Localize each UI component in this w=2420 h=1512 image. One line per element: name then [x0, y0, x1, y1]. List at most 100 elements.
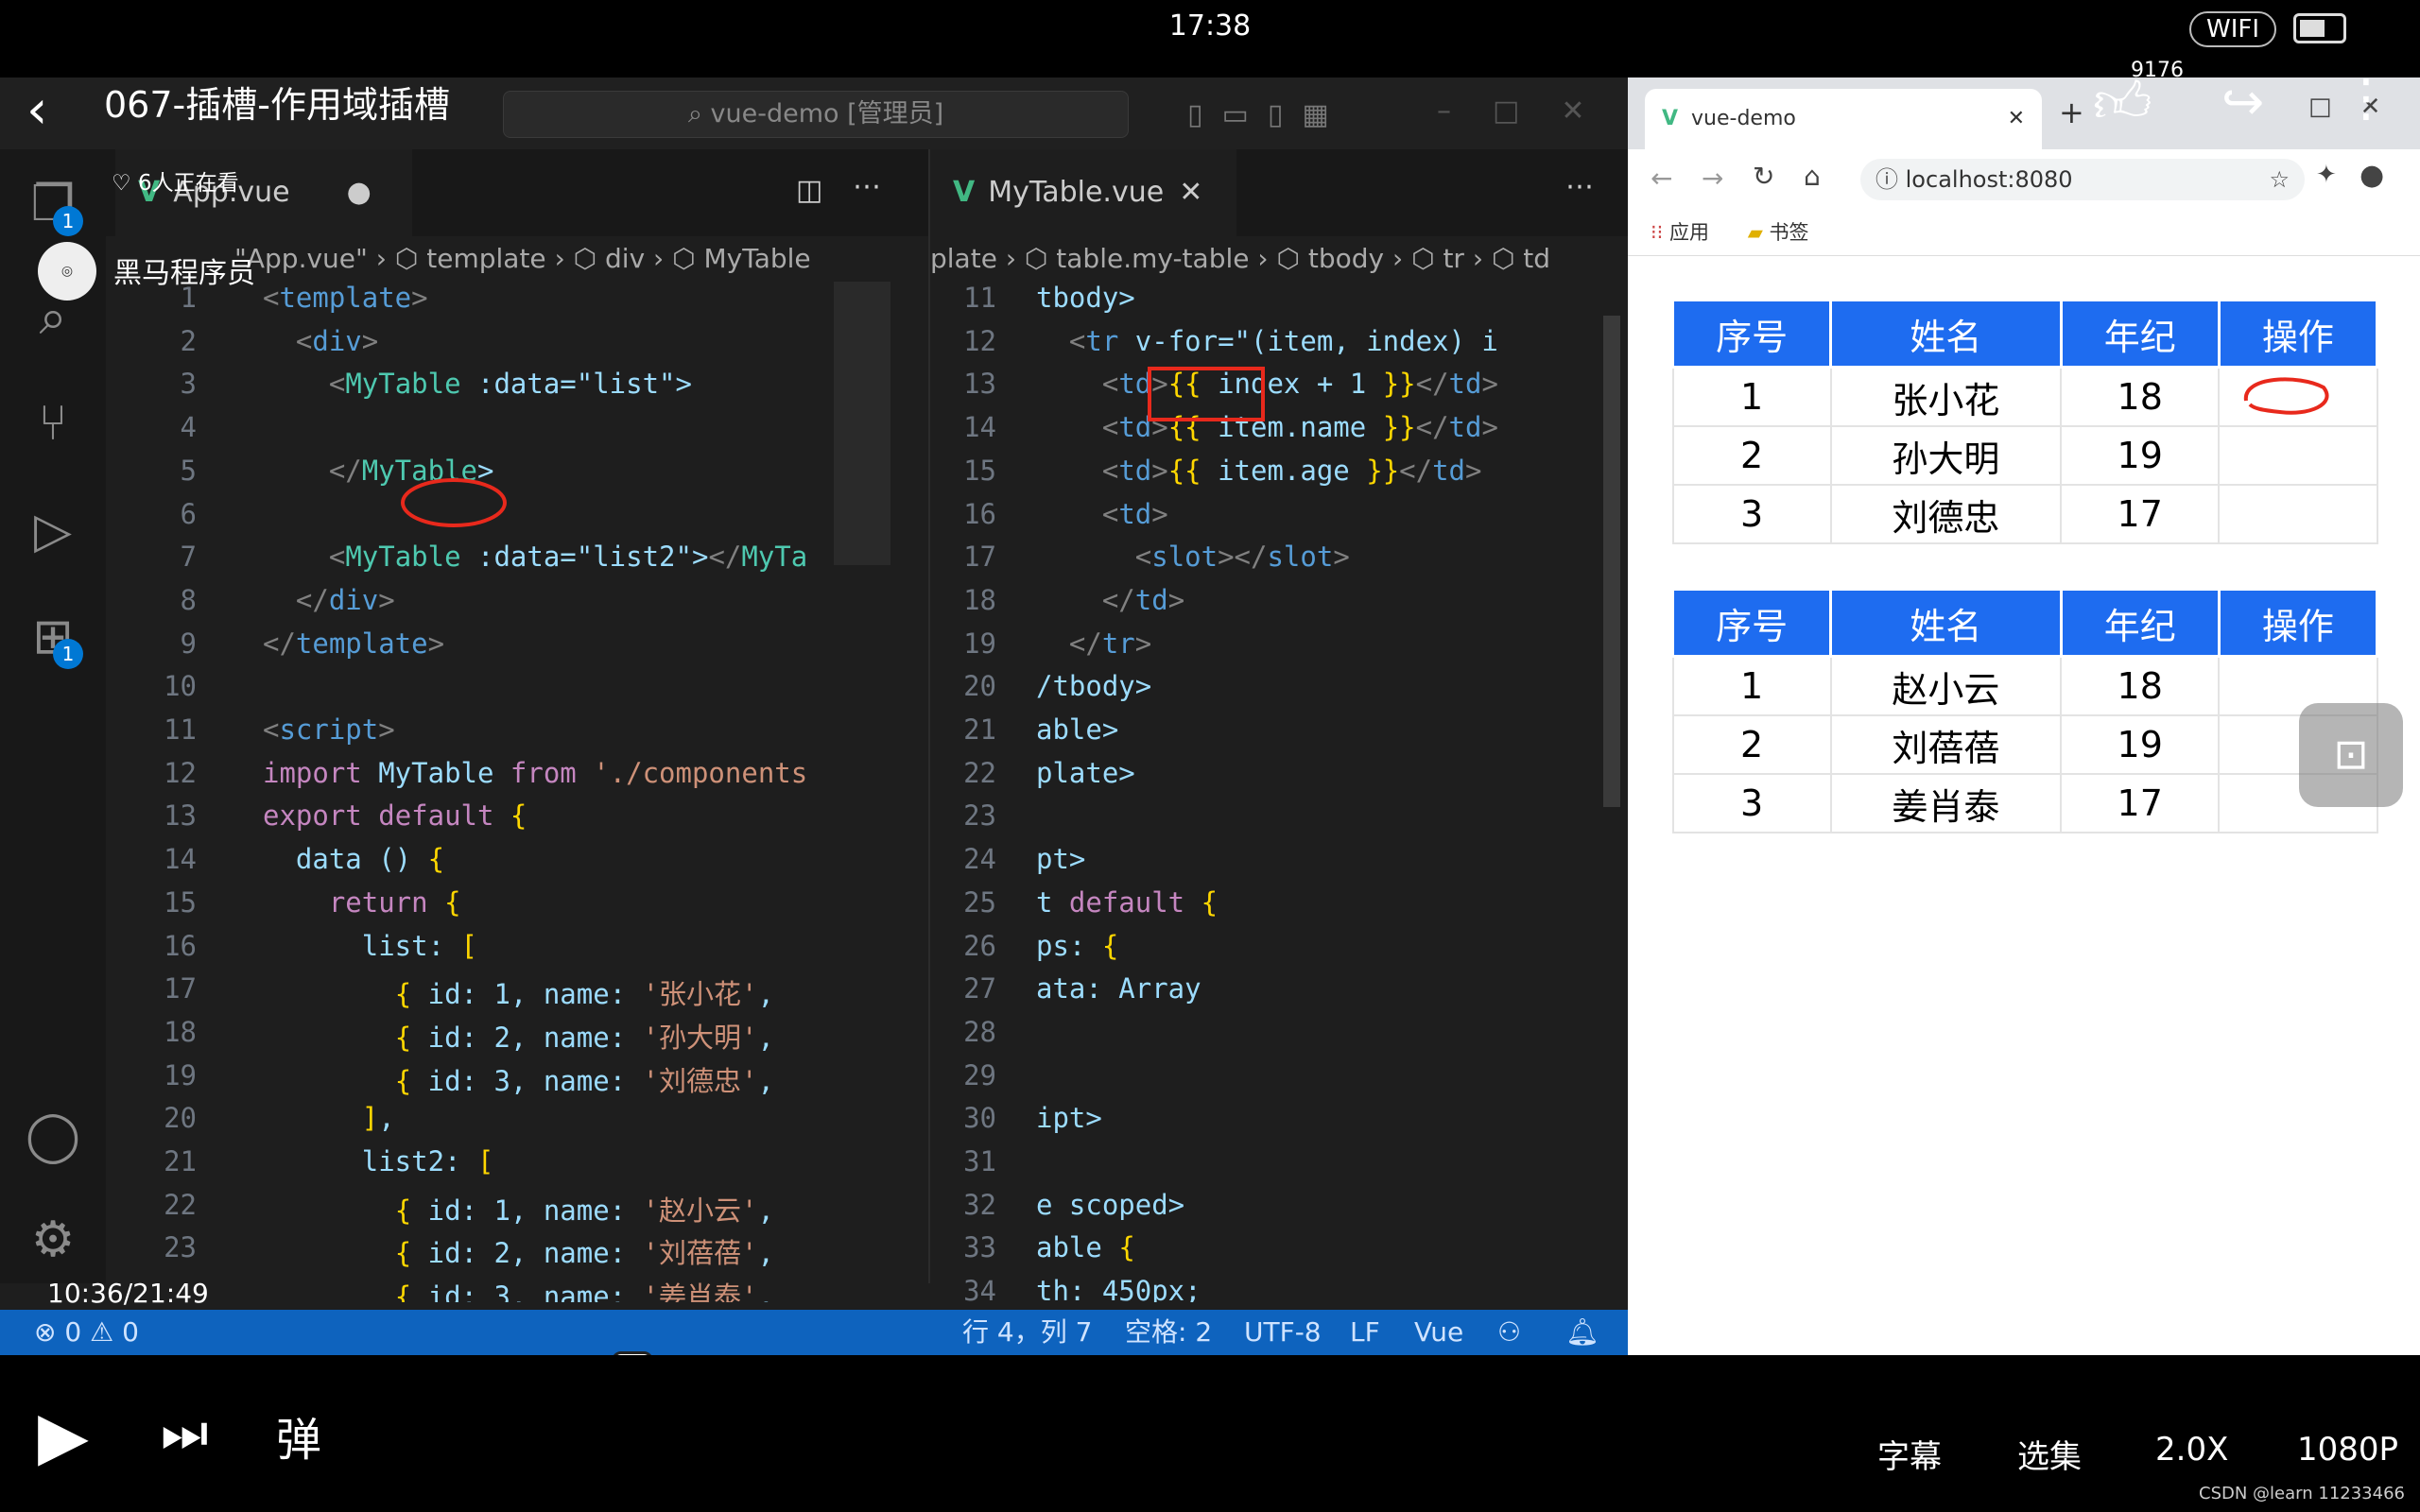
more-actions-icon[interactable]: ⋯ — [1565, 170, 1594, 203]
table-cell: 1 — [1671, 366, 1832, 427]
code-line: ], — [361, 1102, 395, 1135]
breadcrumb-tr[interactable]: ⬡ tr — [1411, 243, 1464, 274]
clock: 17:38 — [1168, 9, 1252, 43]
line-number: 31 — [963, 1145, 996, 1177]
back-arrow-icon[interactable]: ‹ — [26, 79, 47, 141]
browser-tab[interactable]: Vvue-demo ✕ — [1645, 89, 2042, 149]
line-number: 8 — [180, 583, 197, 616]
profile-icon[interactable]: ● — [2360, 159, 2384, 192]
highlight-box — [1148, 367, 1265, 421]
speed-button[interactable]: 2.0X — [2155, 1431, 2228, 1469]
danmaku-toggle-icon[interactable]: 弹 — [276, 1402, 321, 1469]
line-number: 5 — [180, 454, 197, 487]
breadcrumb-table[interactable]: ⬡ table.my-table — [1025, 243, 1250, 274]
line-number: 28 — [963, 1015, 996, 1048]
window-controls[interactable]: –□✕ — [1437, 94, 1626, 128]
minimap[interactable] — [834, 282, 890, 565]
url-field[interactable]: ⓘ localhost:8080 ☆ — [1860, 159, 2305, 200]
table-row: 3 刘德忠 17 — [1671, 484, 2378, 544]
breadcrumb-tbody[interactable]: ⬡ tbody — [1276, 243, 1384, 274]
code-line: able> — [1036, 713, 1119, 746]
more-options-icon[interactable]: ⋮ — [2341, 68, 2392, 128]
code-line: ipt> — [1036, 1102, 1102, 1135]
extensions-icon[interactable]: ⊞ 1 — [17, 601, 89, 673]
bell-icon[interactable]: 🔔︎ — [1565, 1310, 1599, 1355]
next-icon[interactable]: ⏭︎ — [161, 1402, 208, 1465]
source-control-icon[interactable]: ⑂ — [17, 387, 89, 459]
play-icon[interactable]: ▶ — [38, 1397, 89, 1474]
breadcrumb-div[interactable]: ⬡ div — [574, 243, 645, 274]
code-line: <tr v-for="(item, index) i — [1068, 324, 1498, 357]
line-ending[interactable]: LF — [1350, 1310, 1380, 1355]
browser-tab-title: vue-demo — [1691, 107, 1796, 130]
episodes-button[interactable]: 选集 — [2017, 1431, 2082, 1477]
line-number: 22 — [963, 756, 996, 789]
bookmark-folder[interactable]: 书签 — [1770, 221, 1809, 244]
cursor-position[interactable]: 行 4，列 7 — [962, 1310, 1092, 1355]
table-cell: 2 — [1671, 714, 1832, 775]
bookmark-apps[interactable]: 应用 — [1669, 221, 1709, 244]
line-number: 18 — [164, 1015, 197, 1048]
share-icon[interactable]: ↪ — [2221, 72, 2264, 131]
new-tab-icon[interactable]: + — [2059, 94, 2084, 130]
line-number: 22 — [164, 1188, 197, 1221]
code-line: list2: [ — [263, 1145, 494, 1177]
subtitle-button[interactable]: 字幕 — [1877, 1431, 1942, 1477]
table-cell: 3 — [1671, 773, 1832, 833]
line-number: 30 — [963, 1102, 996, 1135]
breadcrumb-template[interactable]: plate — [930, 243, 997, 274]
command-center[interactable]: ⌕ vue-demo [管理员] — [503, 91, 1129, 138]
channel-avatar[interactable]: ◎ — [38, 242, 96, 301]
unlock-icon[interactable]: ⊡ — [2299, 703, 2403, 807]
line-number: 26 — [963, 929, 996, 962]
line-number: 13 — [963, 368, 996, 401]
explorer-icon[interactable]: ❐ 1 — [17, 168, 89, 240]
unsaved-dot-icon[interactable]: ● — [347, 176, 372, 209]
line-number: 23 — [963, 799, 996, 833]
breadcrumb-label: MyTable — [703, 243, 811, 274]
run-debug-icon[interactable]: ▷ — [17, 495, 89, 567]
code-area-right[interactable]: tbody> <tr v-for="(item, index) i <td>{{… — [1036, 282, 1613, 1302]
like-count: 9176 — [2131, 59, 2184, 82]
encoding[interactable]: UTF-8 — [1244, 1310, 1322, 1355]
breadcrumb-td[interactable]: ⬡ td — [1492, 243, 1550, 274]
more-actions-icon[interactable]: ⋯ — [853, 170, 881, 203]
feedback-icon[interactable]: ⚇ — [1497, 1310, 1521, 1355]
battery-icon — [2293, 13, 2346, 43]
tab-mytable-vue[interactable]: V MyTable.vue ✕ — [930, 149, 1236, 236]
extensions-icon[interactable]: ✦ — [2316, 161, 2337, 189]
table-cell: 18 — [2060, 655, 2221, 716]
code-line: export default { — [263, 799, 527, 833]
back-icon[interactable]: ← — [1651, 163, 1672, 194]
bookmark-star-icon[interactable]: ☆ — [2269, 159, 2290, 200]
line-number: 11 — [963, 282, 996, 314]
close-tab-icon[interactable]: ✕ — [2008, 89, 2025, 149]
editor-pane-app-vue: V App.vue ● ◫ ⋯ "App.vue" › ⬡ template › ⬡… — [106, 149, 928, 1302]
table-row: 3 姜肖泰 17 — [1671, 773, 2378, 833]
layout-icons[interactable]: ▯▭▯▦ — [1187, 98, 1348, 131]
language-mode[interactable]: Vue — [1414, 1310, 1463, 1355]
close-icon[interactable]: ✕ — [1179, 176, 1202, 209]
reload-icon[interactable]: ↻ — [1753, 161, 1774, 192]
browser-window: Vvue-demo ✕ + □✕ ← → ↻ ⌂ ⓘ localhost:8080… — [1628, 77, 2420, 1355]
channel-name[interactable]: 黑马程序员 — [113, 249, 255, 291]
split-editor-icon[interactable]: ◫ — [796, 174, 822, 207]
settings-gear-icon[interactable]: ⚙ — [17, 1204, 89, 1276]
breadcrumb-template[interactable]: ⬡ template — [395, 243, 546, 274]
editor-pane-mytable-vue: V MyTable.vue ✕ ⋯ plate › ⬡ table.my-table… — [928, 149, 1630, 1307]
home-icon[interactable]: ⌂ — [1804, 161, 1821, 192]
data-table: 序号 姓名 年纪 操作 1 赵小云 18 2 刘蓓蓓 19 3 姜肖泰 17 — [1670, 588, 2379, 833]
code-line: <script> — [263, 713, 395, 746]
quality-button[interactable]: 1080P — [2297, 1431, 2398, 1469]
problems-indicator[interactable]: ⊗ 0 ⚠ 0 — [34, 1310, 139, 1355]
indentation[interactable]: 空格: 2 — [1125, 1310, 1212, 1355]
line-number: 17 — [963, 541, 996, 574]
scrollbar[interactable] — [1603, 316, 1620, 807]
breadcrumb-mytable[interactable]: ⬡ MyTable — [672, 243, 811, 274]
account-icon[interactable]: ◯ — [17, 1100, 89, 1172]
table-header-cell: 年纪 — [2059, 588, 2221, 658]
code-line: return { — [328, 885, 461, 919]
breadcrumb: plate › ⬡ table.my-table › ⬡ tbody › ⬡ t… — [930, 236, 1630, 282]
line-number: 4 — [180, 411, 197, 444]
forward-icon[interactable]: → — [1702, 163, 1723, 194]
